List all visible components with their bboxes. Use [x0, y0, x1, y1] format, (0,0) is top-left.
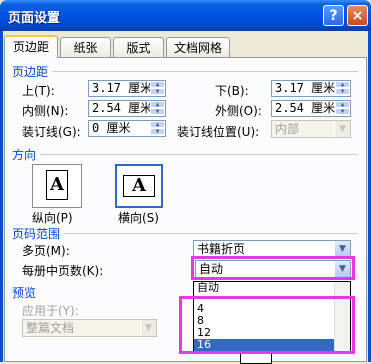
outside-margin-label: 外侧(O): [215, 104, 262, 118]
sheets-per-booklet-label: 每册中页数(K): [22, 264, 104, 278]
bottom-margin-label: 下(B): [215, 84, 249, 98]
chevron-down-icon: ▼ [140, 320, 156, 336]
help-button[interactable]: ? [323, 5, 344, 26]
inside-margin-label: 内侧(N): [22, 104, 69, 118]
inside-margin-input[interactable]: 2.54 厘米 ▲ ▼ [88, 100, 166, 117]
close-button[interactable]: × [347, 5, 368, 26]
landscape-option[interactable]: A [115, 164, 163, 208]
gutter-label: 装订线(G): [22, 125, 81, 139]
divider [52, 71, 358, 72]
top-margin-value: 3.17 厘米 [92, 81, 153, 95]
spin-down-icon[interactable]: ▼ [335, 108, 350, 115]
landscape-label: 横向(S) [118, 211, 159, 225]
gutter-value: 0 厘米 [92, 121, 131, 135]
spin-down-icon[interactable]: ▼ [335, 88, 350, 95]
portrait-option[interactable]: A [32, 164, 82, 208]
gutter-position-label: 装订线位置(U): [177, 125, 260, 139]
spin-up-icon[interactable]: ▲ [335, 81, 350, 88]
tab-doc-grid[interactable]: 文档网格 [166, 37, 230, 57]
highlight-box [179, 296, 355, 354]
tab-paper[interactable]: 纸张 [60, 37, 111, 57]
pages-section-title: 页码范围 [12, 227, 61, 241]
portrait-page-icon: A [46, 170, 68, 200]
top-margin-spinner[interactable]: ▲ ▼ [150, 81, 165, 96]
spin-up-icon[interactable]: ▲ [335, 101, 350, 108]
title-bar: 页面设置 ? × [0, 0, 371, 31]
highlight-box [191, 256, 355, 280]
outside-margin-input[interactable]: 2.54 厘米 ▲ ▼ [271, 100, 351, 117]
inside-margin-value: 2.54 厘米 [92, 101, 153, 115]
top-margin-input[interactable]: 3.17 厘米 ▲ ▼ [88, 80, 166, 97]
preview-section-title: 预览 [12, 286, 37, 300]
tab-layout[interactable]: 版式 [113, 37, 164, 57]
divider [64, 233, 358, 234]
multiple-pages-label: 多页(M): [22, 244, 70, 258]
spin-down-icon[interactable]: ▼ [150, 88, 165, 95]
spin-down-icon[interactable]: ▼ [150, 128, 165, 135]
gutter-position-select: 内部 ▼ [271, 120, 351, 138]
inside-margin-spinner[interactable]: ▲ ▼ [150, 101, 165, 116]
chevron-down-icon[interactable]: ▼ [334, 241, 350, 257]
spin-up-icon[interactable]: ▲ [150, 101, 165, 108]
outside-margin-spinner[interactable]: ▲ ▼ [335, 101, 350, 116]
multiple-pages-value: 书籍折页 [197, 242, 246, 256]
margins-section-title: 页边距 [12, 65, 49, 79]
gutter-spinner[interactable]: ▲ ▼ [150, 121, 165, 136]
apply-to-select: 整篇文档 ▼ [22, 319, 157, 337]
tab-margins[interactable]: 页边距 [4, 35, 58, 58]
apply-to-value: 整篇文档 [26, 321, 75, 335]
gutter-input[interactable]: 0 厘米 ▲ ▼ [88, 120, 166, 137]
landscape-page-icon: A [123, 175, 155, 197]
spin-up-icon[interactable]: ▲ [150, 81, 165, 88]
spin-down-icon[interactable]: ▼ [150, 108, 165, 115]
apply-to-label: 应用于(Y): [22, 304, 79, 318]
portrait-label: 纵向(P) [32, 211, 73, 225]
bottom-margin-input[interactable]: 3.17 厘米 ▲ ▼ [271, 80, 351, 97]
outside-margin-value: 2.54 厘米 [275, 101, 336, 115]
orientation-section-title: 方向 [12, 148, 37, 162]
window-title: 页面设置 [8, 11, 61, 26]
bottom-margin-spinner[interactable]: ▲ ▼ [335, 81, 350, 96]
chevron-down-icon: ▼ [334, 121, 350, 137]
gutter-position-value: 内部 [275, 122, 300, 136]
top-margin-label: 上(T): [22, 84, 55, 98]
spin-up-icon[interactable]: ▲ [150, 121, 165, 128]
dropdown-item[interactable]: 自动 [194, 282, 350, 294]
bottom-margin-value: 3.17 厘米 [275, 81, 336, 95]
divider [40, 154, 358, 155]
